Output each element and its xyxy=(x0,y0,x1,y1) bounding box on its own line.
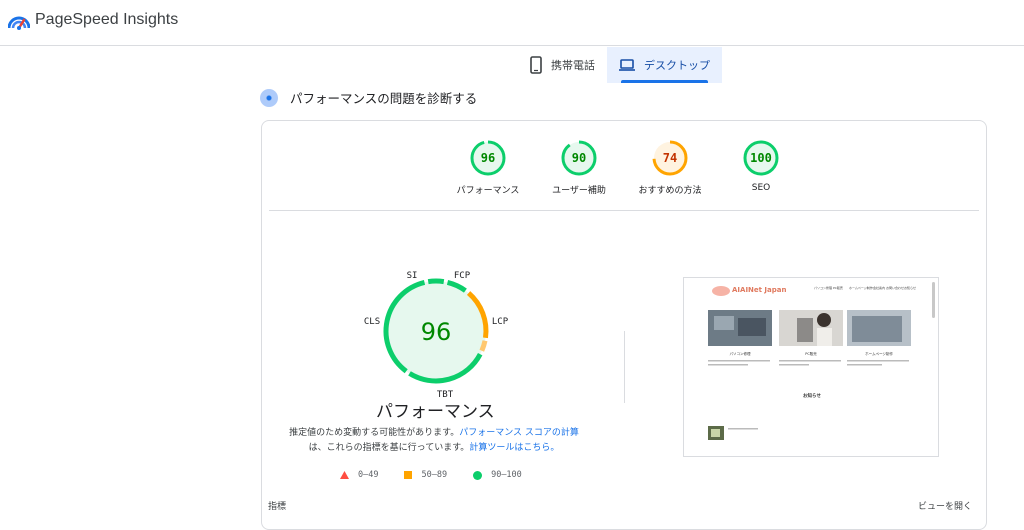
app-header: PageSpeed Insights xyxy=(0,0,1024,46)
laptop-icon xyxy=(619,59,635,71)
device-tabs: 携帯電話 デスクトップ xyxy=(518,47,722,83)
calculator-link[interactable]: 計算ツールはこちら。 xyxy=(469,443,559,453)
phone-icon xyxy=(530,56,542,74)
site-card-title: ホームページ制作 xyxy=(865,351,893,356)
legend-range: 50–89 xyxy=(421,470,448,480)
score-label: パフォーマンス xyxy=(456,186,520,196)
score-best-practices[interactable]: 74 おすすめの方法 xyxy=(625,139,715,196)
lighthouse-icon xyxy=(260,88,278,107)
app-title[interactable]: PageSpeed Insights xyxy=(35,11,178,29)
page-screenshot-image: AIAINet Japan パソコン修理 PC販売 ホームページ制作 会社案内 … xyxy=(684,278,938,456)
performance-title: パフォーマンス xyxy=(376,402,495,422)
score-gauge-icon: 100 xyxy=(743,140,779,176)
legend-item-average: 50–89 xyxy=(404,470,447,480)
score-performance[interactable]: 96 パフォーマンス xyxy=(443,139,533,196)
score-gauge-icon: 74 xyxy=(652,140,688,176)
site-nav-item: パソコン修理 xyxy=(814,285,832,290)
metric-arc-lcp-rest xyxy=(479,340,488,352)
metric-label-si: SI xyxy=(407,271,418,281)
score-seo[interactable]: 100 SEO xyxy=(716,139,806,193)
category-scores: 96 パフォーマンス 90 ユーザー補助 74 おすすめの方法 100 SEO xyxy=(262,139,986,211)
page-screenshot[interactable]: AIAINet Japan パソコン修理 PC販売 ホームページ制作 会社案内 … xyxy=(683,277,939,457)
score-legend: 0–49 50–89 90–100 xyxy=(340,470,548,480)
metric-label-lcp: LCP xyxy=(492,317,509,327)
score-note: 推定値のため変動する可能性があります。パフォーマンス スコアの計算 は、これらの… xyxy=(284,426,584,456)
site-nav-item: 会社案内 xyxy=(873,285,885,290)
score-value: 74 xyxy=(663,151,677,165)
metric-arc-si xyxy=(427,278,445,285)
section-divider xyxy=(269,210,979,211)
legend-range: 0–49 xyxy=(358,470,379,480)
site-nav-item: お問い合わせ xyxy=(886,285,904,290)
triangle-icon xyxy=(340,471,349,479)
report-card: 96 パフォーマンス 90 ユーザー補助 74 おすすめの方法 100 SEO … xyxy=(261,120,987,530)
circle-icon xyxy=(473,470,483,480)
score-label: ユーザー補助 xyxy=(552,186,606,196)
legend-item-pass: 90–100 xyxy=(473,470,522,480)
note-text-2: は、これらの指標を基に行っています。 xyxy=(308,443,470,453)
score-gauge-icon: 96 xyxy=(470,140,506,176)
pagespeed-logo-icon[interactable] xyxy=(8,11,30,31)
tab-desktop-label: デスクトップ xyxy=(644,59,710,72)
site-nav-item: PC販売 xyxy=(833,285,843,290)
tab-mobile[interactable]: 携帯電話 xyxy=(518,47,607,83)
score-label: SEO xyxy=(751,183,771,193)
score-label: おすすめの方法 xyxy=(638,186,702,196)
site-logo-icon xyxy=(712,286,730,296)
score-gauge-icon: 90 xyxy=(561,140,597,176)
vertical-divider xyxy=(624,331,625,403)
site-nav-item: ホームページ制作 xyxy=(849,285,873,290)
score-value: 96 xyxy=(481,151,495,165)
screenshot-scrollbar xyxy=(932,282,935,318)
site-card-title: PC販売 xyxy=(805,351,817,356)
score-calc-link[interactable]: パフォーマンス スコアの計算 xyxy=(459,428,579,438)
tab-mobile-label: 携帯電話 xyxy=(551,59,595,72)
metrics-heading: 指標 xyxy=(268,502,287,512)
site-name: AIAINet Japan xyxy=(732,286,786,294)
performance-score: 96 xyxy=(421,318,452,346)
score-accessibility[interactable]: 90 ユーザー補助 xyxy=(534,139,624,196)
score-value: 90 xyxy=(572,151,586,165)
view-toggle-link[interactable]: ビューを開く xyxy=(918,499,972,512)
score-value: 100 xyxy=(750,151,772,165)
tab-desktop[interactable]: デスクトップ xyxy=(607,47,722,83)
performance-gauge: 96 SI FCP LCP TBT CLS xyxy=(364,271,509,399)
diagnose-heading: パフォーマンスの問題を診断する xyxy=(260,88,477,107)
metric-label-cls: CLS xyxy=(364,317,380,327)
site-section-title: お知らせ xyxy=(803,392,821,399)
legend-item-fail: 0–49 xyxy=(340,470,378,480)
square-icon xyxy=(404,471,413,479)
legend-range: 90–100 xyxy=(491,470,522,480)
site-nav-item: お知らせ xyxy=(904,285,916,290)
diagnose-title: パフォーマンスの問題を診断する xyxy=(290,91,478,106)
metric-label-fcp: FCP xyxy=(454,271,471,281)
site-card-title: パソコン修理 xyxy=(730,351,751,356)
note-text-1: 推定値のため変動する可能性があります。 xyxy=(289,428,460,438)
